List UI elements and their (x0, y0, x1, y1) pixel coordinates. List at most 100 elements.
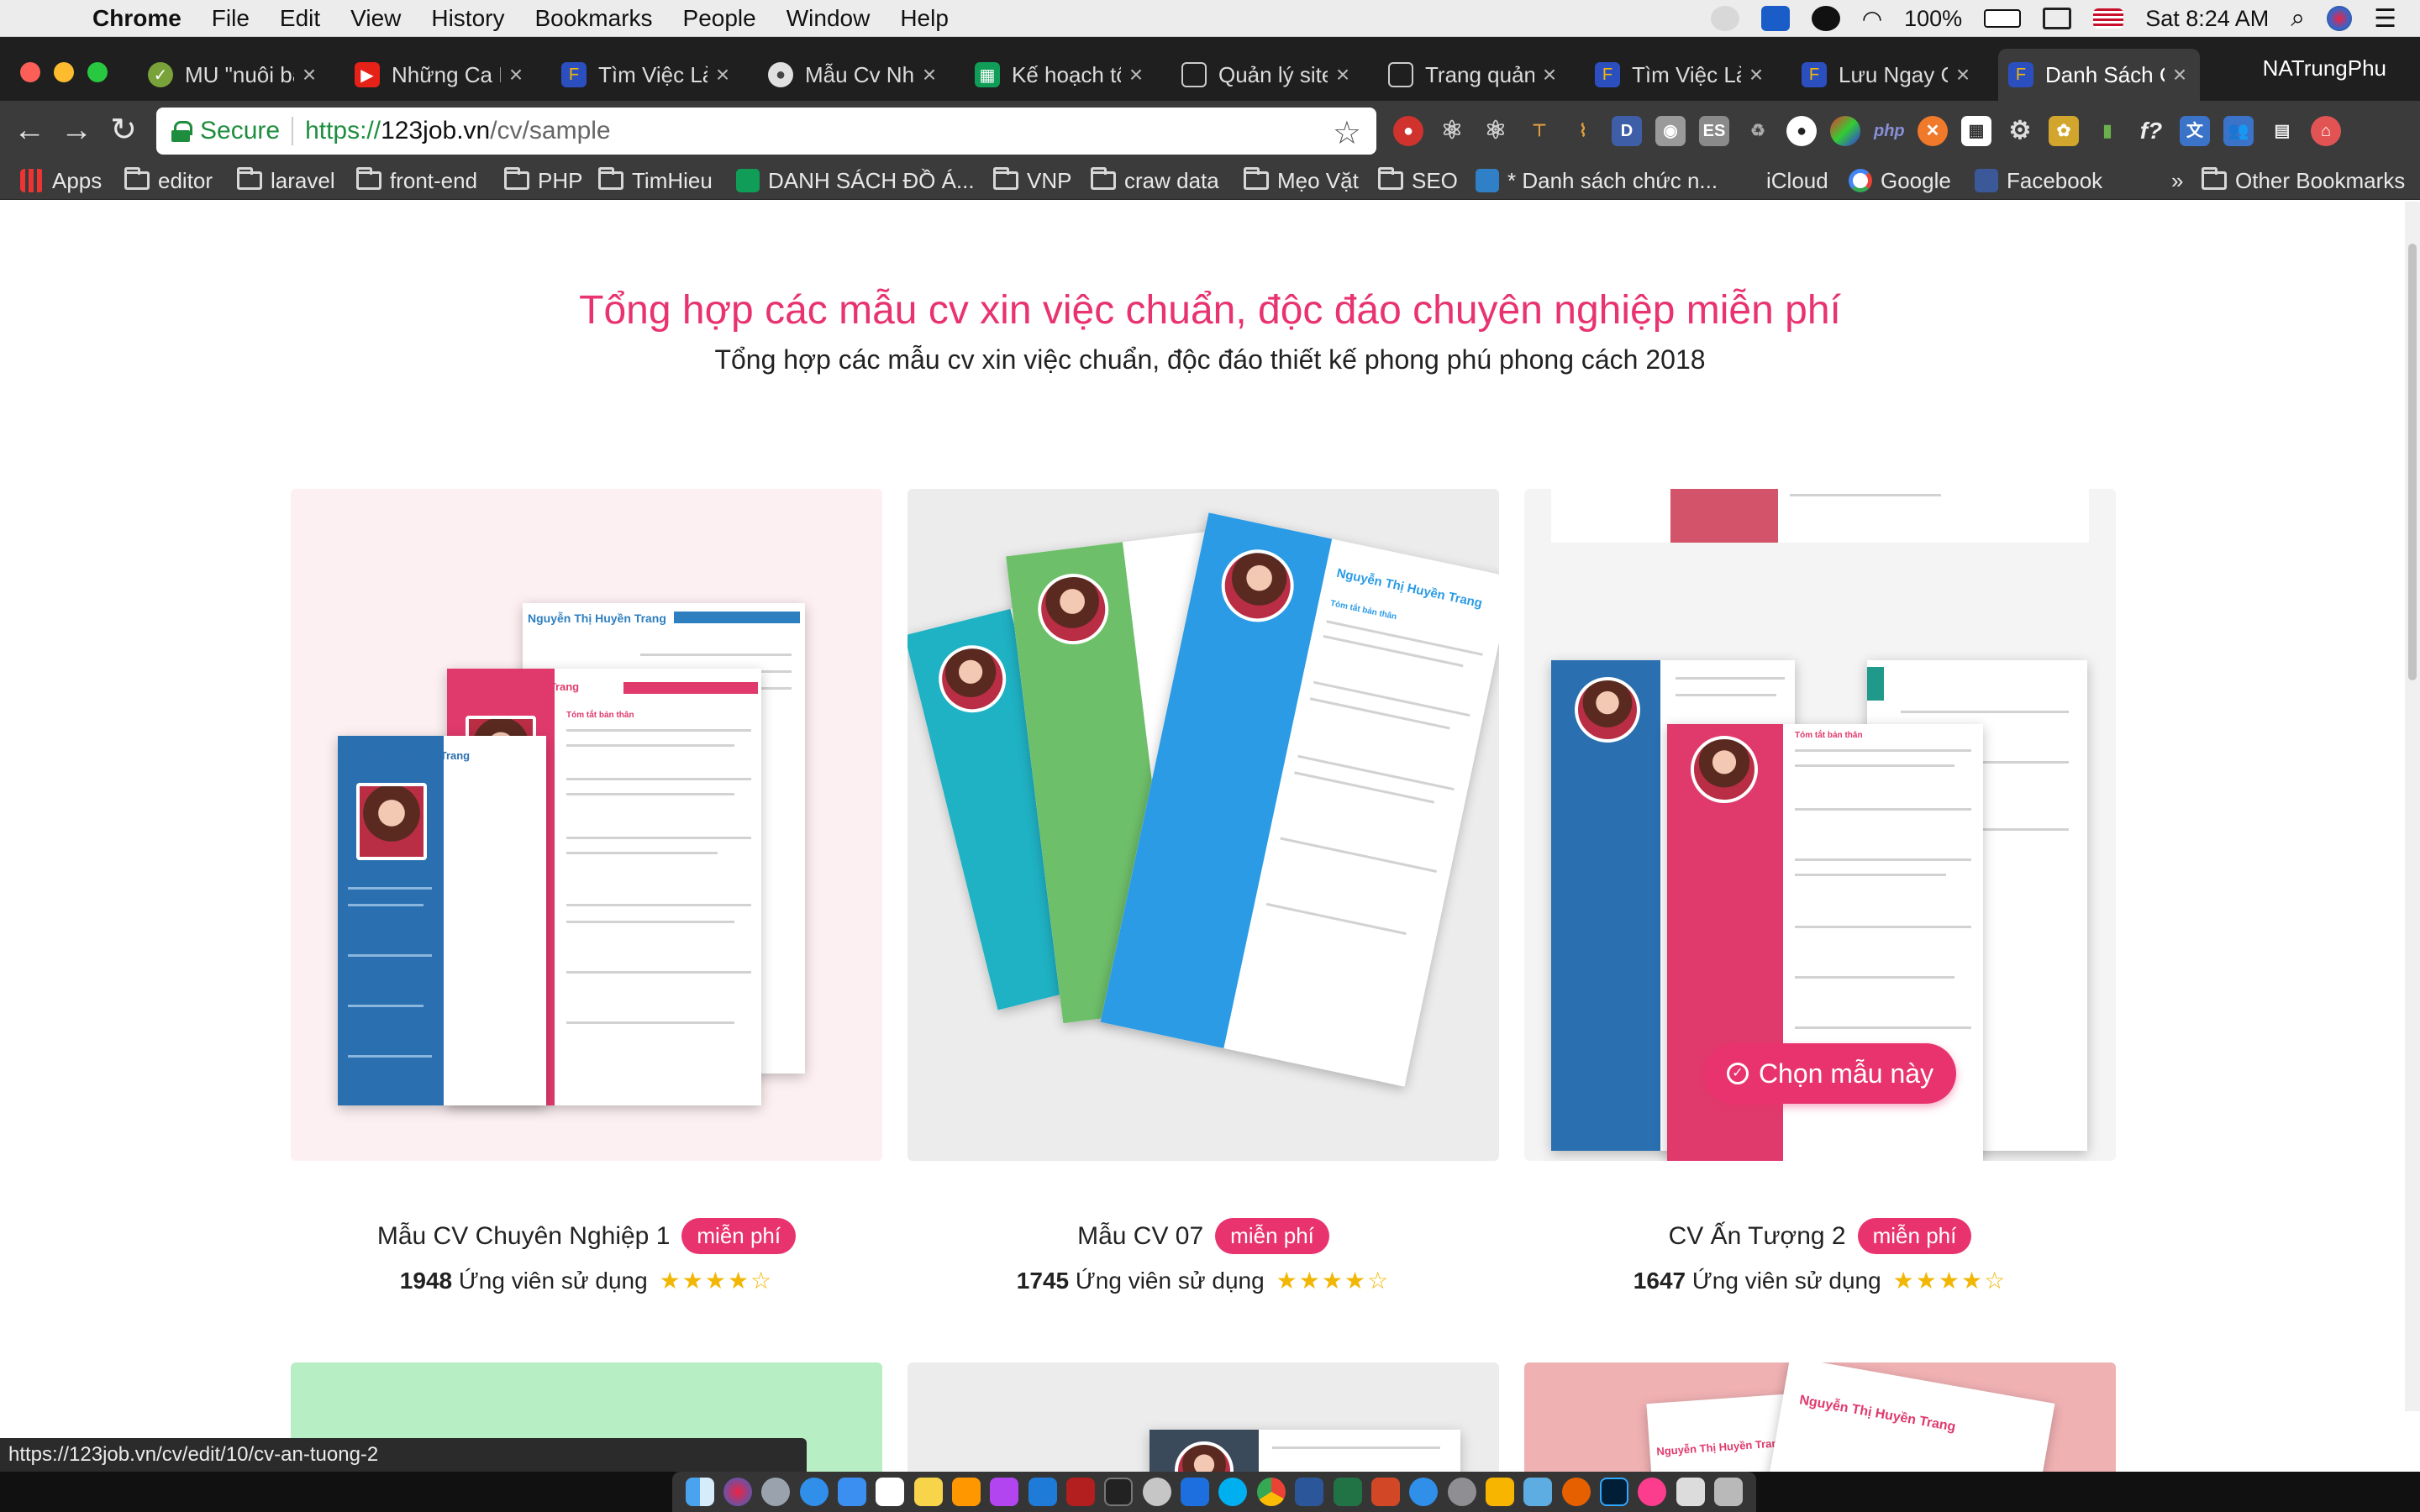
bookmark-danh-sach-do-an[interactable]: DANH SÁCH ĐỒ Á... (736, 166, 975, 195)
back-button[interactable]: ← (10, 111, 49, 150)
word-icon[interactable] (1295, 1478, 1324, 1506)
sublime-icon[interactable] (952, 1478, 981, 1506)
tab-ke-hoach[interactable]: ▦ Kế hoạch tố × (965, 49, 1156, 101)
close-tab-icon[interactable]: × (1746, 61, 1766, 88)
close-tab-icon[interactable]: × (1953, 61, 1973, 88)
extension-color-icon[interactable] (1830, 116, 1860, 146)
extension-react-devtools-icon[interactable]: ⚛ (1481, 116, 1511, 146)
xcode-icon[interactable] (1181, 1478, 1210, 1506)
menu-edit[interactable]: Edit (280, 5, 320, 32)
terminal-icon[interactable] (1104, 1478, 1134, 1506)
bookmark-apps[interactable]: Apps (20, 166, 102, 195)
bookmark-folder-timhieu[interactable]: TimHieu (598, 166, 713, 195)
extension-bars-icon[interactable]: ▤ (2267, 116, 2297, 146)
cv-template-card-5[interactable] (908, 1362, 1499, 1477)
siri-dock-icon[interactable] (723, 1478, 753, 1506)
bookmark-danh-sach-chuc-nang[interactable]: * Danh sách chức n... (1476, 166, 1718, 195)
page-scrollbar-thumb[interactable] (2408, 244, 2417, 680)
secure-label[interactable]: Secure (200, 117, 280, 145)
extension-hammer-icon[interactable]: ⊤ (1524, 116, 1555, 146)
bookmark-folder-laravel[interactable]: laravel (237, 166, 335, 195)
trash-icon[interactable] (1713, 1478, 1743, 1506)
extension-php-icon[interactable]: php (1874, 116, 1905, 146)
skype-dock-icon[interactable] (1218, 1478, 1248, 1506)
card-title[interactable]: Mẫu CV 07 (1077, 1222, 1203, 1251)
excel-icon[interactable] (1333, 1478, 1362, 1506)
extension-circle-icon[interactable]: ● (1786, 116, 1817, 146)
forward-button[interactable]: → (57, 111, 96, 150)
sequel-pro-icon[interactable] (1142, 1478, 1171, 1506)
extension-d-icon[interactable]: D (1612, 116, 1642, 146)
itunes-icon[interactable] (1638, 1478, 1667, 1506)
chrome-dock-icon[interactable] (1256, 1478, 1286, 1506)
cv-template-card-6[interactable]: Nguyễn Thị Huyền Trang Nguyễn Thị Huyền … (1524, 1362, 2116, 1477)
minimize-window-button[interactable] (54, 62, 74, 82)
phpstorm-icon[interactable] (990, 1478, 1019, 1506)
siri-icon[interactable] (2327, 6, 2353, 31)
menu-view[interactable]: View (350, 5, 401, 32)
menu-file[interactable]: File (212, 5, 250, 32)
menu-help[interactable]: Help (900, 5, 949, 32)
close-window-button[interactable] (20, 62, 40, 82)
bookmark-icloud[interactable]: iCloud (1734, 166, 1828, 195)
system-preferences-icon[interactable] (1447, 1478, 1476, 1506)
tab-timviec-1[interactable]: F Tìm Việc Là × (551, 49, 743, 101)
calendar-icon[interactable] (876, 1478, 905, 1506)
extension-function-icon[interactable]: f? (2136, 116, 2166, 146)
cv-template-card-1[interactable]: Nguyễn Thị Huyền Trang Nguyễn Thị Huyền … (291, 489, 882, 1161)
firefox-icon[interactable] (1561, 1478, 1591, 1506)
close-tab-icon[interactable]: × (506, 61, 526, 88)
notes-icon[interactable] (913, 1478, 943, 1506)
extension-adblock-icon[interactable]: ● (1393, 116, 1423, 146)
extension-gear-icon[interactable]: ⚙ (2005, 116, 2035, 146)
extension-camera-icon[interactable]: ◉ (1655, 116, 1686, 146)
extension-recycle-icon[interactable]: ♻ (1743, 116, 1773, 146)
cv-template-card-2[interactable]: Nguyễn Thị Huyền Trang Tóm tắt bản thân (908, 489, 1499, 1161)
profile-name[interactable]: NATrungPhu (2263, 55, 2386, 81)
bookmark-star-icon[interactable]: ☆ (1333, 114, 1361, 152)
menu-history[interactable]: History (431, 5, 504, 32)
zoom-window-button[interactable] (87, 62, 108, 82)
tab-mau-cv[interactable]: ● Mẫu Cv Nhâ× (758, 49, 950, 101)
extension-react-icon[interactable]: ⚛ (1437, 116, 1467, 146)
close-tab-icon[interactable]: × (713, 61, 733, 88)
downloads-stack-icon[interactable] (1676, 1478, 1705, 1506)
extension-home-icon[interactable]: ⌂ (2311, 116, 2341, 146)
tab-timviec-2[interactable]: F Tìm Việc Là × (1585, 49, 1776, 101)
app-store-icon[interactable] (1409, 1478, 1439, 1506)
close-tab-icon[interactable]: × (1539, 61, 1560, 88)
airplay-icon[interactable] (2043, 8, 2072, 29)
menu-app-chrome[interactable]: Chrome (92, 5, 182, 32)
notification-center-icon[interactable]: ☰ (2374, 4, 2396, 34)
us-flag-icon[interactable] (2093, 8, 2124, 29)
clock[interactable]: Sat 8:24 AM (2145, 6, 2269, 32)
bookmark-facebook[interactable]: Facebook (1975, 166, 2102, 195)
mail-icon[interactable] (838, 1478, 867, 1506)
battery-icon[interactable] (1984, 9, 2022, 28)
extension-orange-icon[interactable]: ✕ (1918, 116, 1948, 146)
powerpoint-icon[interactable] (1370, 1478, 1400, 1506)
extension-translate-icon[interactable]: 文 (2180, 116, 2210, 146)
card-title[interactable]: Mẫu CV Chuyên Nghiệp 1 (377, 1222, 671, 1251)
wifi-icon[interactable]: ◠ (1862, 5, 1882, 33)
vscode-icon[interactable] (1028, 1478, 1057, 1506)
menu-people[interactable]: People (683, 5, 756, 32)
photoshop-icon[interactable] (1599, 1478, 1628, 1506)
close-tab-icon[interactable]: × (299, 61, 319, 88)
sketch-icon[interactable] (1485, 1478, 1514, 1506)
bookmark-folder-vnp[interactable]: VNP (993, 166, 1071, 195)
tab-trang-quan-tri[interactable]: Trang quản t× (1378, 49, 1570, 101)
extension-people-icon[interactable]: 👥 (2223, 116, 2254, 146)
skype-icon[interactable] (1811, 6, 1840, 31)
tab-danh-sach-active[interactable]: F Danh Sách C × (1998, 49, 2200, 101)
bookmark-google[interactable]: Google (1849, 166, 1951, 195)
extension-flower-icon[interactable]: ✿ (2049, 116, 2079, 146)
close-tab-icon[interactable]: × (919, 61, 939, 88)
extension-chart-icon[interactable]: ▮ (2092, 116, 2123, 146)
close-tab-icon[interactable]: × (1126, 61, 1146, 88)
tab-quan-ly-site[interactable]: Quản lý site × (1171, 49, 1363, 101)
tab-luu-ngay[interactable]: F Lưu Ngay C × (1791, 49, 1983, 101)
creative-cloud-icon[interactable] (1710, 6, 1739, 31)
choose-template-button[interactable]: ✓ Chọn mẫu này (1704, 1043, 1956, 1104)
lock-icon[interactable] (171, 121, 192, 142)
